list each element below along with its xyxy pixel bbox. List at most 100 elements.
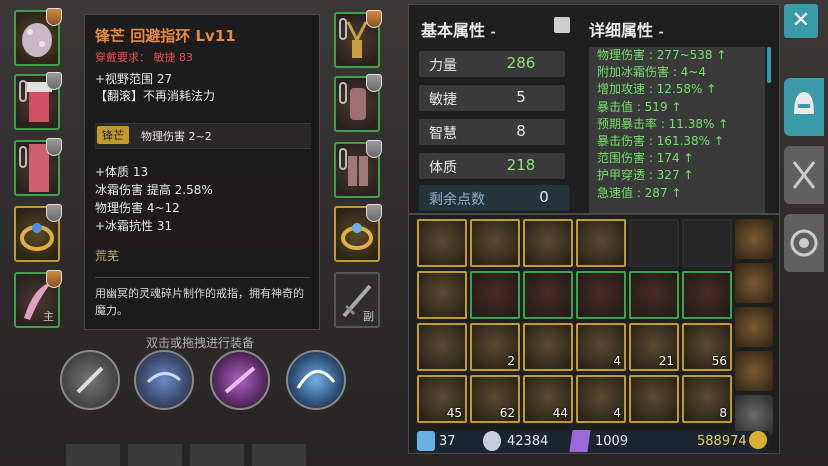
close-button[interactable]: ✕	[784, 4, 818, 38]
attr-value: 218	[506, 156, 536, 174]
equip-slot-amulet[interactable]	[334, 10, 382, 68]
attr-label: 力量	[429, 58, 457, 74]
inventory-item[interactable]: 21	[629, 323, 679, 371]
soul-count: 42384	[507, 434, 549, 449]
skill-slash-button[interactable]	[60, 350, 120, 410]
bag-tab-3[interactable]	[735, 307, 773, 347]
attr-label: 体质	[429, 160, 457, 176]
attr-value: 286	[506, 54, 536, 72]
inventory-panel: 2 4 21 56 45 62 44 4 8 37 42384 1009 588…	[408, 214, 780, 454]
bag-tab-1[interactable]	[735, 219, 773, 259]
equip-slot-weapon[interactable]: 副	[334, 272, 380, 328]
quality-badge-icon	[46, 138, 62, 156]
inventory-item[interactable]	[576, 219, 626, 267]
chain-link-icon	[339, 148, 347, 170]
bag-tab-locked[interactable]	[735, 395, 773, 435]
chain-link-icon	[339, 82, 347, 104]
inventory-item[interactable]	[629, 375, 679, 423]
bag-tab-4[interactable]	[735, 351, 773, 391]
inventory-item[interactable]: 56	[682, 323, 732, 371]
inventory-item[interactable]	[576, 271, 626, 319]
help-icon[interactable]	[554, 17, 570, 33]
prop-line: 【翻滚】不再消耗法力	[95, 89, 216, 103]
bag-tab-2[interactable]	[735, 263, 773, 303]
inventory-item[interactable]: 2	[470, 323, 520, 371]
wave-skill-icon	[296, 370, 336, 389]
target-icon	[790, 229, 818, 257]
equip-slot-helmet[interactable]	[14, 8, 62, 66]
inventory-item[interactable]: 4	[576, 323, 626, 371]
skill-whirl-button[interactable]	[134, 350, 194, 410]
shadow-strike-skill-icon	[224, 366, 256, 394]
attr-constitution: 体质 218	[419, 153, 565, 179]
equip-slot-gloves[interactable]	[334, 74, 382, 132]
inventory-item[interactable]: 62	[470, 375, 520, 423]
equip-slot-ring-left[interactable]	[14, 204, 62, 262]
item-count: 21	[658, 354, 674, 368]
chain-link-icon	[19, 80, 27, 102]
weapon-slot-label: 副	[363, 310, 374, 323]
attr-wisdom: 智慧 8	[419, 119, 565, 145]
equip-slot-chest[interactable]	[14, 72, 62, 130]
set-tag-effect: 物理伤害 2~2	[141, 130, 212, 143]
inventory-item[interactable]	[417, 323, 467, 371]
gold-count: 588974	[697, 434, 747, 449]
inventory-item[interactable]	[470, 271, 520, 319]
tab-skills[interactable]	[784, 146, 824, 204]
item-count: 45	[446, 406, 462, 420]
inventory-item[interactable]	[417, 271, 467, 319]
tab-equipment[interactable]	[784, 78, 824, 136]
equip-slot-ring-right[interactable]	[334, 204, 382, 262]
inventory-empty-slot[interactable]	[629, 219, 679, 267]
detail-line: 增加攻速 : 12.58% ↑	[597, 82, 717, 97]
item-description: 用幽冥的灵魂碎片制作的戒指，拥有神奇的魔力。	[95, 287, 304, 317]
inventory-item[interactable]	[523, 271, 573, 319]
item-tooltip: 锋芒 回避指环 Lv11 穿戴要求： 敏捷 83 +视野范围 27 【翻滚】不再…	[84, 14, 320, 330]
inventory-item[interactable]	[470, 219, 520, 267]
skill-shadow-strike-button[interactable]	[210, 350, 270, 410]
inventory-item[interactable]: 45	[417, 375, 467, 423]
skill-wave-button[interactable]	[286, 350, 346, 410]
item-count: 4	[613, 406, 621, 420]
remaining-value: 0	[539, 188, 549, 206]
inventory-item[interactable]: 4	[576, 375, 626, 423]
title-dash: -	[490, 25, 496, 39]
equip-hint: 双击或拖拽进行装备	[146, 336, 255, 350]
quality-badge-icon	[46, 204, 62, 222]
detail-line: 附加冰霜伤害 : 4~4	[597, 65, 706, 80]
quality-badge-icon	[366, 10, 382, 28]
detail-line: 暴击伤害 : 161.38% ↑	[597, 134, 724, 149]
equip-slot-boots[interactable]	[334, 140, 382, 198]
detail-line: 预期暴击率 : 11.38% ↑	[597, 116, 729, 131]
stat-line: 冰霜伤害 提高 2.58%	[95, 183, 213, 197]
tab-talents[interactable]	[784, 214, 824, 272]
equip-slot-legs[interactable]	[14, 138, 62, 196]
item-count: 62	[499, 406, 515, 420]
remaining-points: 剩余点数 0	[419, 185, 569, 211]
scroll-count: 37	[439, 434, 456, 449]
remaining-label: 剩余点数	[429, 192, 485, 208]
prop-line: +视野范围 27	[95, 72, 173, 86]
chain-link-icon	[19, 146, 27, 168]
inventory-item[interactable]: 8	[682, 375, 732, 423]
stat-line: +冰霜抗性 31	[95, 219, 173, 233]
attr-label: 敏捷	[429, 92, 457, 108]
whirlwind-skill-icon	[146, 372, 181, 384]
detail-attributes-title: 详细属性 -	[589, 21, 664, 40]
inventory-item[interactable]: 44	[523, 375, 573, 423]
inventory-empty-slot[interactable]	[682, 219, 732, 267]
item-requirement: 穿戴要求： 敏捷 83	[95, 51, 193, 64]
inventory-item[interactable]	[523, 323, 573, 371]
gem-count: 1009	[595, 434, 629, 449]
attr-agility: 敏捷 5	[419, 85, 565, 111]
inventory-item[interactable]	[629, 271, 679, 319]
inventory-item[interactable]	[682, 271, 732, 319]
helmet-icon	[794, 92, 814, 114]
inventory-item[interactable]	[523, 219, 573, 267]
attr-value: 5	[516, 88, 526, 106]
detail-scrollbar[interactable]	[767, 47, 771, 83]
inventory-item[interactable]	[417, 219, 467, 267]
quality-badge-icon	[46, 270, 62, 288]
item-count: 8	[719, 406, 727, 420]
equip-slot-offhand[interactable]: 主	[14, 270, 62, 328]
